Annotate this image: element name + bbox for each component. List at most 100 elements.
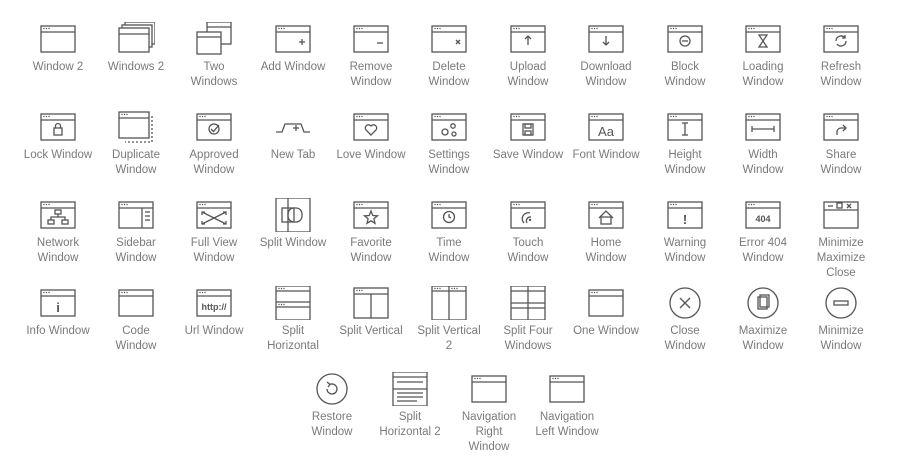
icon-tile: Favorite Window	[331, 198, 411, 266]
icon-grid: Window 2 Windows 2 Two Windows Add Window Re…	[0, 0, 900, 460]
icon-tile: Time Window	[409, 198, 489, 266]
icon-tile: Approved Window	[174, 110, 254, 178]
icon-tile: Upload Window	[488, 22, 568, 90]
icon-label: One Window	[573, 325, 639, 337]
icon-tile: Split Vertical 2	[409, 286, 489, 354]
icon-tile: Minimize Window	[801, 286, 881, 354]
icon-tile: Loading Window	[723, 22, 803, 90]
svg-text:Aa: Aa	[598, 124, 615, 139]
icon-tile: Delete Window	[409, 22, 489, 90]
split-four-windows-icon	[509, 286, 547, 320]
icon-label: Approved Window	[189, 149, 239, 176]
home-window-icon	[587, 198, 625, 232]
icon-label: Delete Window	[428, 61, 470, 88]
icon-label: New Tab	[270, 149, 316, 161]
delete-window-icon	[430, 22, 468, 56]
share-window-icon	[822, 110, 860, 144]
icon-label: Settings Window	[428, 149, 470, 176]
time-window-icon	[430, 198, 468, 232]
info-window-icon: i	[39, 286, 77, 320]
icon-label: Split Vertical	[339, 325, 403, 337]
icon-label: Split Four Windows	[503, 325, 553, 352]
refresh-window-icon	[822, 22, 860, 56]
navigation-right-window-icon	[470, 372, 508, 406]
icon-label: Download Window	[580, 61, 632, 88]
icon-label: Time Window	[428, 237, 470, 264]
split-horizontal-2-icon	[391, 372, 429, 406]
icon-tile: Love Window	[331, 110, 411, 163]
save-window-icon	[509, 110, 547, 144]
icon-label: Sidebar Window	[115, 237, 157, 264]
width-window-icon	[744, 110, 782, 144]
icon-label: Height Window	[664, 149, 706, 176]
icon-tile: Duplicate Window	[96, 110, 176, 178]
icon-label: Lock Window	[23, 149, 93, 161]
icon-tile: Window 2	[18, 22, 98, 75]
icon-label: Home Window	[585, 237, 627, 264]
icon-label: Remove Window	[349, 61, 393, 88]
split-vertical-2-icon	[430, 286, 468, 320]
icon-tile: Split Vertical	[331, 286, 411, 339]
icon-tile: Split Four Windows	[488, 286, 568, 354]
approved-window-icon	[195, 110, 233, 144]
loading-window-icon	[744, 22, 782, 56]
icon-tile: Save Window	[488, 110, 568, 163]
icon-tile: Touch Window	[488, 198, 568, 266]
icon-tile: Download Window	[566, 22, 646, 90]
icon-label: Code Window	[115, 325, 157, 352]
icon-tile: Settings Window	[409, 110, 489, 178]
icon-label: Share Window	[820, 149, 862, 176]
svg-text:404: 404	[755, 214, 770, 224]
block-window-icon	[666, 22, 704, 56]
split-horizontal-icon	[274, 286, 312, 320]
maximize-window-icon	[744, 286, 782, 320]
icon-tile: Close Window	[645, 286, 725, 354]
minimize-maximize-close-icon	[822, 198, 860, 232]
svg-text:http://: http://	[202, 302, 227, 312]
icon-label: Upload Window	[507, 61, 549, 88]
icon-label: Save Window	[492, 149, 564, 161]
icon-tile: Minimize Maximize Close	[801, 198, 881, 281]
split-vertical-icon	[352, 286, 390, 320]
upload-window-icon	[509, 22, 547, 56]
icon-label: Windows 2	[107, 61, 165, 73]
icon-label: Favorite Window	[350, 237, 392, 264]
icon-tile: Maximize Window	[723, 286, 803, 354]
icon-label: Minimize Maximize Close	[816, 237, 866, 279]
icon-tile: Network Window	[18, 198, 98, 266]
icon-label: Loading Window	[742, 61, 784, 88]
sidebar-window-icon	[117, 198, 155, 232]
icon-label: Split Vertical 2	[417, 325, 481, 352]
url-window-icon: http://	[195, 286, 233, 320]
icon-label: Navigation Left Window	[535, 411, 599, 438]
icon-tile: 404 Error 404 Window	[723, 198, 803, 266]
warning-window-icon: !	[666, 198, 704, 232]
icon-tile: New Tab	[253, 110, 333, 163]
icon-tile: Lock Window	[18, 110, 98, 163]
icon-label: Width Window	[742, 149, 784, 176]
icon-tile: Full View Window	[174, 198, 254, 266]
icon-label: Warning Window	[663, 237, 707, 264]
icon-tile: ! Warning Window	[645, 198, 725, 266]
two-windows-icon	[195, 22, 233, 56]
love-window-icon	[352, 110, 390, 144]
restore-window-icon	[313, 372, 351, 406]
icon-label: Window 2	[32, 61, 84, 73]
add-window-icon	[274, 22, 312, 56]
icon-label: Split Horizontal	[267, 325, 319, 352]
icon-label: Add Window	[260, 61, 326, 73]
icon-tile: One Window	[566, 286, 646, 339]
icon-label: Restore Window	[311, 411, 353, 438]
icon-label: Love Window	[336, 149, 406, 161]
icon-tile: Navigation Right Window	[449, 372, 529, 455]
icon-tile: Refresh Window	[801, 22, 881, 90]
close-window-icon	[666, 286, 704, 320]
icon-label: Split Window	[259, 237, 327, 249]
icon-tile: Code Window	[96, 286, 176, 354]
icon-tile: Navigation Left Window	[527, 372, 607, 440]
full-view-window-icon	[195, 198, 233, 232]
icon-tile: Aa Font Window	[566, 110, 646, 163]
icon-tile: Split Horizontal	[253, 286, 333, 354]
icon-label: Info Window	[26, 325, 90, 337]
icon-label: Split Horizontal 2	[379, 411, 441, 438]
